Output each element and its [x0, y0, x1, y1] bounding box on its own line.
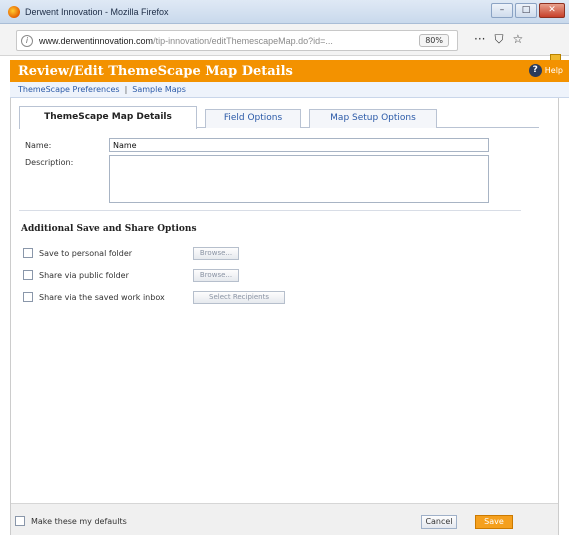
- save-button[interactable]: Save: [475, 515, 513, 529]
- section-divider: [19, 210, 521, 211]
- firefox-logo-icon: [8, 5, 20, 18]
- themescape-preferences-link[interactable]: ThemeScape Preferences: [18, 85, 120, 94]
- share-saved-work-inbox-option: Share via the saved work inbox: [23, 290, 165, 304]
- select-recipients-button[interactable]: Select Recipients: [193, 291, 285, 304]
- address-bar[interactable]: i www.derwentinnovation.com /tip-innovat…: [16, 30, 458, 51]
- option-label: Share via public folder: [39, 270, 129, 280]
- url-host: www.derwentinnovation.com: [39, 35, 154, 46]
- sub-navigation: ThemeScape Preferences | Sample Maps: [10, 82, 569, 98]
- sample-maps-link[interactable]: Sample Maps: [132, 85, 186, 94]
- bookmark-star-icon[interactable]: ☆: [512, 31, 523, 47]
- dialog-footer: Make these my defaults Cancel Save: [11, 503, 558, 535]
- save-personal-folder-option: Save to personal folder: [23, 246, 132, 260]
- help-icon[interactable]: ?: [528, 64, 542, 77]
- tab-strip: ThemeScape Map Details Field Options Map…: [19, 106, 539, 129]
- minimize-button[interactable]: –: [491, 3, 513, 18]
- description-field[interactable]: [109, 155, 489, 203]
- make-defaults-option: Make these my defaults: [15, 514, 127, 528]
- window-title-bar: Derwent Innovation - Mozilla Firefox – □…: [0, 0, 569, 24]
- help-label[interactable]: Help: [545, 66, 563, 75]
- url-path: /tip-innovation/editThemescapeMap.do?id=…: [153, 35, 333, 46]
- page-title: Review/Edit ThemeScape Map Details: [18, 63, 293, 79]
- window-title: Derwent Innovation - Mozilla Firefox: [25, 6, 169, 17]
- share-options-heading: Additional Save and Share Options: [21, 224, 197, 234]
- option-label: Save to personal folder: [39, 248, 133, 258]
- dialog-content: ThemeScape Map Details Field Options Map…: [10, 98, 559, 535]
- tab-field-options[interactable]: Field Options: [205, 109, 301, 128]
- tab-map-setup-options[interactable]: Map Setup Options: [309, 109, 437, 128]
- close-window-button[interactable]: ✕: [539, 3, 565, 18]
- window-controls: – □ ✕: [491, 3, 565, 18]
- name-field[interactable]: [109, 138, 489, 152]
- share-public-folder-checkbox[interactable]: [23, 270, 33, 280]
- tab-themescape-map-details[interactable]: ThemeScape Map Details: [19, 106, 197, 129]
- page-actions-menu-icon[interactable]: ···: [474, 31, 485, 47]
- make-defaults-checkbox[interactable]: [15, 516, 25, 526]
- maximize-button[interactable]: □: [515, 3, 537, 18]
- cancel-button[interactable]: Cancel: [421, 515, 457, 529]
- option-label: Share via the saved work inbox: [39, 292, 165, 302]
- browser-toolbar: i www.derwentinnovation.com /tip-innovat…: [0, 24, 569, 70]
- description-label: Description:: [25, 158, 74, 167]
- pocket-icon[interactable]: ⛉: [494, 31, 503, 47]
- browse-personal-folder-button[interactable]: Browse...: [193, 247, 239, 260]
- link-separator: |: [124, 85, 128, 94]
- make-defaults-label: Make these my defaults: [31, 516, 127, 526]
- browse-public-folder-button[interactable]: Browse...: [193, 269, 239, 282]
- share-inbox-checkbox[interactable]: [23, 292, 33, 302]
- url-tools: ··· ⛉ ☆: [474, 31, 523, 47]
- help-link[interactable]: ? Help: [528, 64, 563, 77]
- page-header: Review/Edit ThemeScape Map Details ? Hel…: [10, 60, 569, 82]
- save-personal-folder-checkbox[interactable]: [23, 248, 33, 258]
- zoom-level-badge[interactable]: 80%: [419, 34, 449, 47]
- share-public-folder-option: Share via public folder: [23, 268, 129, 282]
- name-label: Name:: [25, 141, 52, 150]
- info-icon[interactable]: i: [21, 34, 33, 47]
